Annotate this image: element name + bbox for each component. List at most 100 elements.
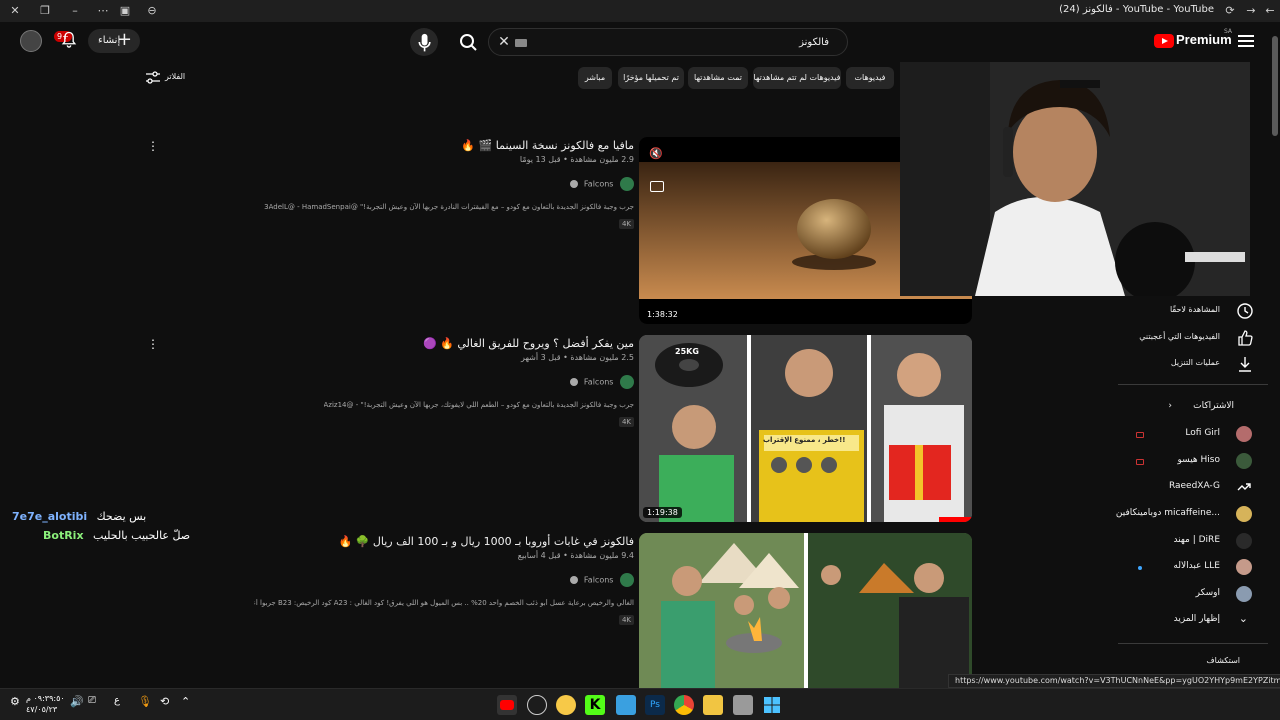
input-language[interactable]: ع — [114, 695, 134, 715]
verified-icon — [570, 378, 579, 386]
close-window-icon[interactable]: ✕ — [7, 3, 23, 19]
logo-region: SA — [1224, 28, 1233, 35]
captions-icon[interactable] — [650, 181, 664, 192]
forward-icon[interactable]: → — [1243, 3, 1259, 19]
subscription-item[interactable]: مهند | DiRE — [1120, 531, 1260, 553]
subscription-item[interactable]: Lofi Girl — [1120, 424, 1260, 446]
notifications-bell-icon[interactable] — [59, 30, 79, 50]
obs-icon[interactable] — [527, 695, 547, 715]
verified-icon — [570, 576, 579, 584]
youtube-header: 9+ إنشاء + ✕ Premium SA — [0, 22, 1280, 62]
explore-header: استكشاف — [1120, 652, 1260, 674]
subscriptions-header[interactable]: الاشتراكات › — [1120, 397, 1260, 419]
video-description: جرب وجبة فالكونز الجديدة بالتعاون مع كود… — [264, 203, 634, 211]
channel-name[interactable]: Falcons — [584, 378, 614, 387]
windows-taskbar: ⚙ ٠٩:٣٩:٥٠ م ٤٧/٠٥/٢٣ 🔊 ⎚ ع 🎙 ⟲ ⌃ K Ps — [0, 688, 1280, 720]
sidebar-divider — [1118, 643, 1268, 644]
video-result[interactable]: فالكونز في غابات أوروبا بـ 1000 ريال و ب… — [250, 533, 972, 688]
chip-watched[interactable]: تمت مشاهدتها — [688, 67, 748, 89]
zoom-icon[interactable]: ⊖ — [144, 3, 160, 19]
subscription-item[interactable]: RaeedXA-G — [1120, 477, 1260, 499]
subscription-item[interactable]: عبدالاله LLE — [1120, 557, 1260, 579]
chevron-down-icon: ⌄ — [1238, 612, 1248, 625]
discord-icon[interactable] — [556, 695, 576, 715]
quality-badge: 4K — [618, 417, 634, 427]
channel-avatar[interactable] — [620, 573, 634, 587]
screenshot-icon[interactable]: ▣ — [117, 3, 133, 19]
account-avatar[interactable] — [20, 30, 42, 52]
youtube-app-icon[interactable] — [497, 695, 517, 715]
channel-avatar[interactable] — [620, 177, 634, 191]
subscription-item[interactable]: دوبامينكافين micaffeine... — [1116, 504, 1260, 526]
microphone-tray-icon[interactable]: 🎙 — [138, 695, 158, 715]
channel-name[interactable]: Falcons — [584, 180, 614, 189]
clear-search-icon[interactable]: ✕ — [495, 33, 513, 51]
back-icon[interactable]: ← — [1262, 3, 1278, 19]
sidebar-item-watch-later[interactable]: المشاهدة لاحقًا — [1120, 299, 1260, 323]
channel-row[interactable]: Falcons — [570, 375, 634, 391]
video-thumbnail[interactable]: 25KG خطر ، ممنوع الإقتراب!! 1:19:38 — [639, 335, 972, 522]
page-scrollbar[interactable] — [1270, 22, 1280, 688]
trending-icon — [1237, 483, 1251, 491]
windows-start-icon[interactable] — [762, 695, 782, 715]
task-view-icon[interactable] — [733, 695, 753, 715]
hamburger-menu-icon[interactable] — [1238, 32, 1254, 48]
more-actions-icon[interactable]: ⋮ — [147, 139, 159, 153]
notepad-icon[interactable] — [616, 695, 636, 715]
chip-videos[interactable]: فيديوهات — [846, 67, 894, 89]
taskbar-clock[interactable]: ٠٩:٣٩:٥٠ م ٤٧/٠٥/٢٣ — [26, 693, 65, 715]
chip-live[interactable]: مباشر — [578, 67, 612, 89]
video-title[interactable]: مين يفكر أفضل ؟ ويروح للفريق الغالي 🔥 🟣 — [423, 337, 634, 350]
minimize-window-icon[interactable]: – — [67, 3, 83, 19]
channel-row[interactable]: Falcons — [570, 177, 634, 193]
search-input[interactable] — [529, 33, 829, 51]
filters-button[interactable]: الفلاتر — [145, 70, 205, 86]
network-icon[interactable]: ⎚ — [88, 695, 108, 715]
channel-row[interactable]: Falcons — [570, 573, 634, 589]
video-result[interactable]: 🔇 1:38:32 مافيا مع فالكونز نسخة السينما … — [147, 137, 972, 325]
file-explorer-icon[interactable] — [703, 695, 723, 715]
chip-recently-uploaded[interactable]: تم تحميلها مؤخرًا — [618, 67, 684, 89]
chrome-icon[interactable] — [674, 695, 694, 715]
subscription-name: RaeedXA-G — [1168, 481, 1220, 491]
keyboard-icon[interactable] — [515, 39, 527, 47]
sync-icon[interactable]: ⟲ — [160, 695, 180, 715]
subscription-item[interactable]: هيسو Hiso — [1120, 451, 1260, 473]
settings-gear-icon[interactable]: ⚙ — [10, 695, 24, 715]
chip-unwatched[interactable]: فيديوهات لم تتم مشاهدتها — [753, 67, 841, 89]
filter-sliders-icon — [146, 71, 160, 84]
kick-icon[interactable]: K — [585, 695, 605, 715]
reload-icon[interactable]: ⟳ — [1222, 3, 1238, 19]
subscription-item[interactable]: اوسكر — [1120, 584, 1260, 606]
plus-icon: + — [116, 29, 132, 50]
scrollbar-thumb[interactable] — [1272, 36, 1278, 136]
video-title[interactable]: مافيا مع فالكونز نسخة السينما 🎬 🔥 — [461, 139, 634, 152]
video-result[interactable]: 25KG خطر ، ممنوع الإقتراب!! 1:19:38 مين … — [147, 335, 972, 523]
more-actions-icon[interactable]: ⋮ — [147, 337, 159, 351]
mute-icon[interactable]: 🔇 — [649, 147, 665, 163]
channel-avatar — [1236, 586, 1252, 602]
more-options-icon[interactable]: ⋯ — [95, 3, 111, 19]
streamer-webcam-overlay — [900, 62, 1250, 296]
channel-name[interactable]: Falcons — [584, 576, 614, 585]
photoshop-icon[interactable]: Ps — [645, 695, 665, 715]
video-thumbnail[interactable] — [639, 533, 972, 688]
channel-avatar[interactable] — [620, 375, 634, 389]
voice-search-button[interactable] — [410, 28, 438, 56]
restore-window-icon[interactable]: ❐ — [37, 3, 53, 19]
video-meta: 9.4 مليون مشاهدة • قبل 4 أسابيع — [517, 551, 634, 560]
create-button[interactable]: إنشاء + — [88, 29, 140, 53]
channel-avatar — [1236, 426, 1252, 442]
tray-chevron-up-icon[interactable]: ⌃ — [181, 695, 201, 715]
youtube-premium-logo[interactable]: Premium SA — [1154, 28, 1234, 52]
explore-label: استكشاف — [1206, 656, 1240, 665]
new-content-dot-icon — [1138, 566, 1142, 570]
video-duration: 1:38:32 — [643, 309, 682, 320]
video-title[interactable]: فالكونز في غابات أوروبا بـ 1000 ريال و ب… — [338, 535, 634, 548]
speaker-icon[interactable]: 🔊 — [70, 695, 90, 715]
show-more-button[interactable]: إظهار المزيد ⌄ — [1120, 610, 1260, 632]
search-button[interactable] — [448, 28, 488, 56]
live-icon — [1136, 459, 1144, 465]
sidebar-item-liked-videos[interactable]: الفيديوهات التي أعجبتني — [1120, 326, 1260, 350]
sidebar-item-downloads[interactable]: عمليات التنزيل — [1120, 352, 1260, 376]
